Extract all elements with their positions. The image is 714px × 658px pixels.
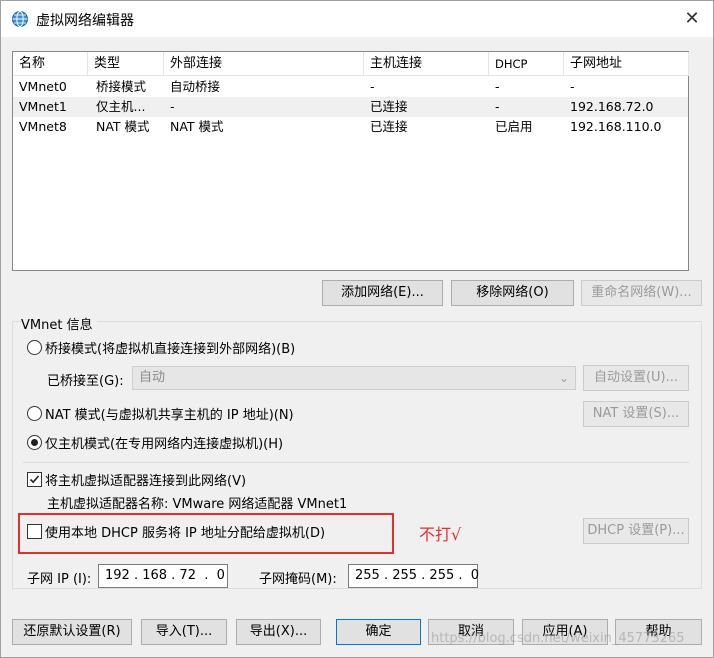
remove-network-button[interactable]: 移除网络(O) — [451, 280, 574, 306]
cell-type: 桥接模式 — [96, 79, 147, 94]
restore-defaults-button[interactable]: 还原默认设置(R) — [12, 619, 132, 645]
highlight-box — [18, 513, 394, 554]
column-header-name[interactable]: 名称 — [13, 52, 88, 76]
column-header-host[interactable]: 主机连接 — [364, 52, 489, 76]
bridge-mode-radio[interactable] — [27, 340, 42, 355]
vmnet-info-label: VMnet 信息 — [21, 314, 97, 333]
cell-external: NAT 模式 — [170, 119, 224, 134]
bridged-to-select[interactable]: 自动 ⌄ — [132, 366, 576, 390]
subnet-ip-input[interactable]: 192 . 168 . 72 . 0 — [98, 564, 228, 588]
title-bar: 虚拟网络编辑器 ✕ — [1, 1, 713, 37]
watermark: https://blog.csdn.net/weixin_45773265 — [431, 631, 685, 646]
auto-settings-button[interactable]: 自动设置(U)... — [583, 365, 689, 391]
virtual-network-editor-window: 虚拟网络编辑器 ✕ 名称 类型 外部连接 主机连接 DHCP 子网地址 VMne… — [0, 0, 714, 658]
import-button[interactable]: 导入(T)... — [141, 619, 227, 645]
column-header-subnet[interactable]: 子网地址 — [564, 52, 689, 76]
window-title: 虚拟网络编辑器 — [36, 13, 134, 29]
subnet-ip-label: 子网 IP (I): — [27, 572, 92, 587]
table-row[interactable]: VMnet1 仅主机... - 已连接 - 192.168.72.0 — [13, 97, 688, 117]
cell-host: 已连接 — [370, 119, 408, 134]
nat-mode-label[interactable]: NAT 模式(与虚拟机共享主机的 IP 地址)(N) — [45, 404, 294, 423]
nat-settings-button[interactable]: NAT 设置(S)... — [583, 401, 689, 427]
list-header: 名称 类型 外部连接 主机连接 DHCP 子网地址 — [13, 52, 689, 76]
close-button[interactable]: ✕ — [679, 7, 705, 31]
cell-external: 自动桥接 — [170, 79, 221, 94]
cell-type: NAT 模式 — [96, 119, 150, 134]
checkmark-icon — [29, 475, 40, 484]
bridged-to-label: 已桥接至(G): — [47, 374, 124, 389]
cell-host: - — [370, 79, 375, 94]
table-row[interactable]: VMnet0 桥接模式 自动桥接 - - - — [13, 77, 688, 97]
connect-adapter-checkbox[interactable] — [27, 472, 42, 487]
subnet-mask-label: 子网掩码(M): — [259, 572, 337, 587]
table-row[interactable]: VMnet8 NAT 模式 NAT 模式 已连接 已启用 192.168.110… — [13, 117, 688, 137]
cell-subnet: 192.168.110.0 — [570, 119, 662, 134]
host-only-mode-radio[interactable] — [27, 435, 42, 450]
ok-button[interactable]: 确定 — [336, 619, 421, 645]
globe-icon — [11, 10, 29, 28]
cell-subnet: 192.168.72.0 — [570, 99, 654, 114]
cell-host: 已连接 — [370, 99, 408, 114]
cell-dhcp: - — [495, 99, 500, 114]
column-header-dhcp[interactable]: DHCP — [489, 52, 564, 76]
cell-name: VMnet8 — [19, 119, 67, 134]
nat-mode-radio[interactable] — [27, 406, 42, 421]
bridge-mode-label[interactable]: 桥接模式(将虚拟机直接连接到外部网络)(B) — [45, 338, 295, 357]
column-header-type[interactable]: 类型 — [88, 52, 164, 76]
export-button[interactable]: 导出(X)... — [236, 619, 321, 645]
cell-external: - — [170, 99, 175, 114]
cell-name: VMnet1 — [19, 99, 67, 114]
host-only-mode-label[interactable]: 仅主机模式(在专用网络内连接虚拟机)(H) — [45, 433, 283, 452]
subnet-mask-input[interactable]: 255 . 255 . 255 . 0 — [348, 564, 479, 588]
cell-subnet: - — [570, 79, 575, 94]
adapter-name-label: 主机虚拟适配器名称: VMware 网络适配器 VMnet1 — [47, 497, 348, 512]
add-network-button[interactable]: 添加网络(E)... — [322, 280, 443, 306]
cell-type: 仅主机... — [96, 99, 146, 114]
dhcp-settings-button[interactable]: DHCP 设置(P)... — [583, 518, 689, 544]
chevron-down-icon: ⌄ — [558, 371, 569, 385]
network-list[interactable]: 名称 类型 外部连接 主机连接 DHCP 子网地址 VMnet0 桥接模式 自动… — [12, 51, 689, 271]
annotation-text: 不打√ — [419, 525, 462, 544]
bridged-to-value: 自动 — [139, 370, 166, 385]
cell-name: VMnet0 — [19, 79, 67, 94]
rename-network-button[interactable]: 重命名网络(W)... — [581, 280, 702, 306]
connect-adapter-label[interactable]: 将主机虚拟适配器连接到此网络(V) — [45, 470, 246, 489]
column-header-external[interactable]: 外部连接 — [164, 52, 364, 76]
cell-dhcp: 已启用 — [495, 119, 533, 134]
divider — [23, 462, 689, 463]
cell-dhcp: - — [495, 79, 500, 94]
